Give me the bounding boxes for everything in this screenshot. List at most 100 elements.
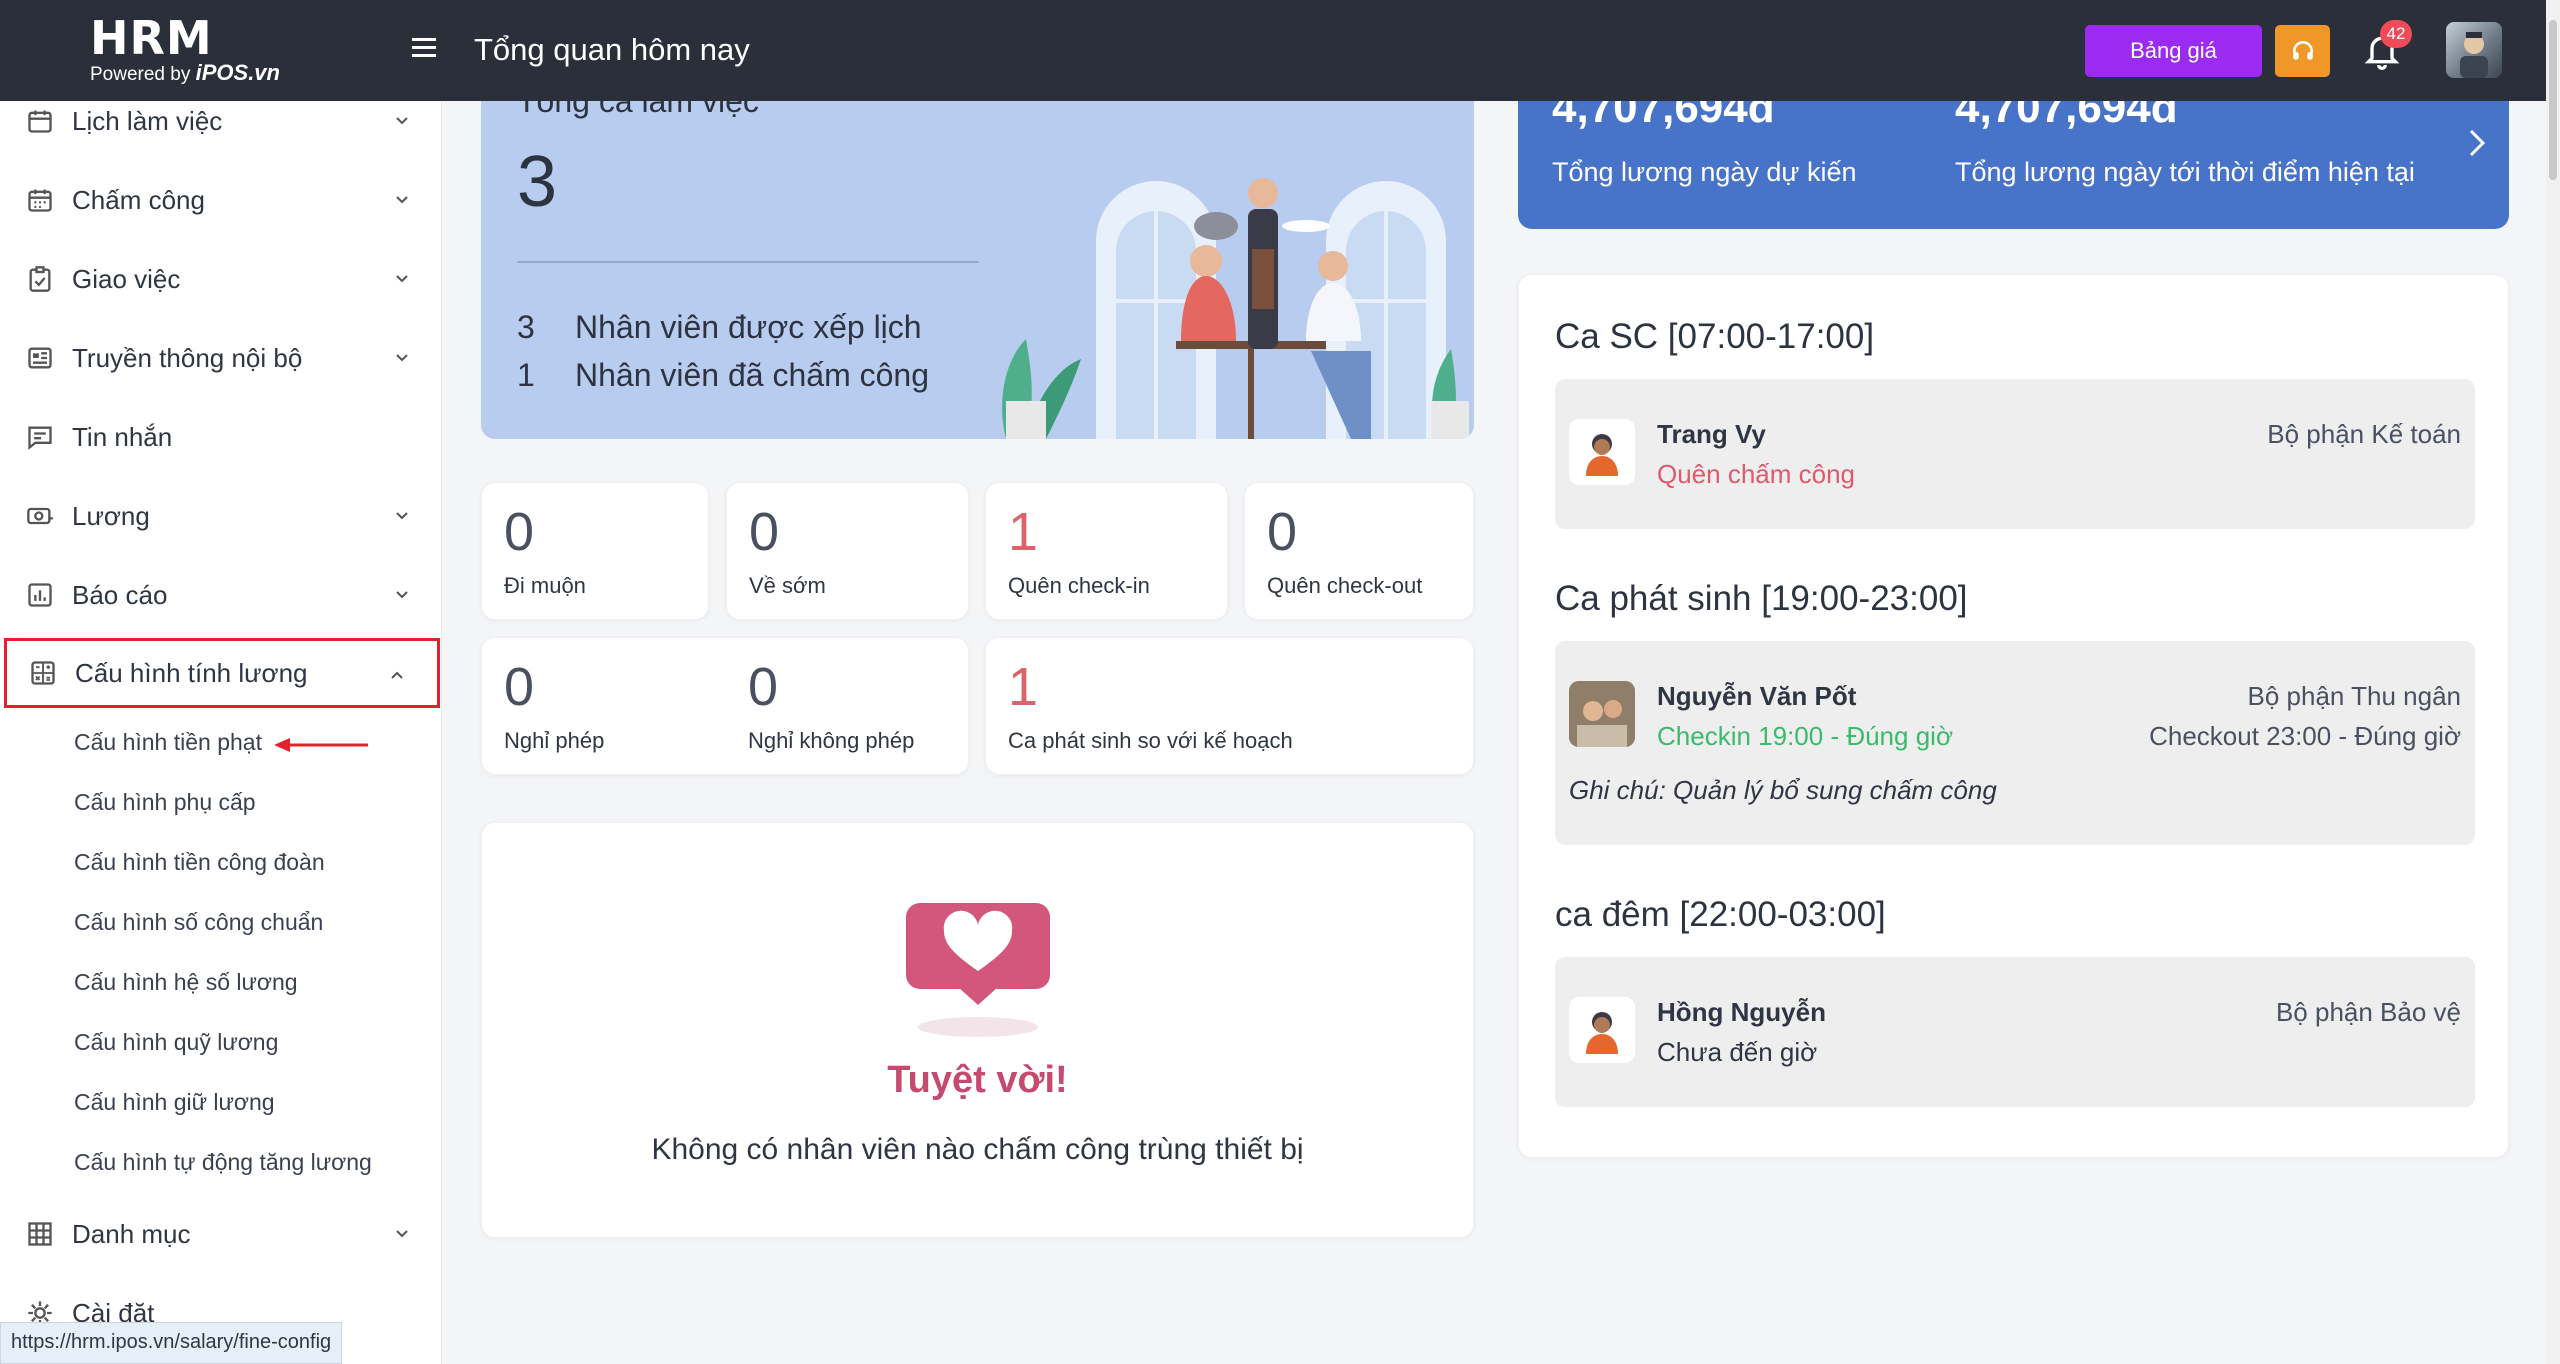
money-icon bbox=[24, 500, 56, 532]
stat-value: 0 bbox=[1267, 502, 1298, 562]
employee-department: Bộ phận Thu ngân bbox=[2247, 681, 2461, 711]
employee-checkin: Checkin 19:00 - Đúng giờ bbox=[1657, 721, 1953, 751]
employee-department: Bộ phận Kế toán bbox=[2267, 419, 2461, 449]
sidebar-sub-standard-workdays-config[interactable]: Cấu hình số công chuẩn bbox=[74, 909, 323, 936]
chevron-down-icon bbox=[396, 354, 408, 362]
stat-label: Nghỉ phép bbox=[504, 728, 605, 753]
overview-scheduled-row: 3 Nhân viên được xếp lịch bbox=[517, 309, 922, 346]
overview-card: Tổng ca làm việc 3 3 Nhân viên được xếp l… bbox=[481, 101, 1474, 439]
sidebar-item-messages[interactable]: Tin nhắn bbox=[0, 405, 441, 469]
stat-label: Quên check-out bbox=[1267, 573, 1423, 598]
stat-missed-checkin[interactable]: 1 Quên check-in bbox=[985, 482, 1228, 620]
overview-divider bbox=[517, 261, 979, 263]
employee-avatar bbox=[1569, 419, 1635, 485]
duplicate-device-card: Tuyệt vời! Không có nhân viên nào chấm c… bbox=[481, 822, 1474, 1238]
sidebar-item-label: Cấu hình tính lương bbox=[75, 657, 308, 688]
pointer-arrow-icon bbox=[274, 738, 368, 752]
logo-text: HRM bbox=[90, 11, 213, 65]
employee-name: Trang Vy bbox=[1657, 419, 1766, 449]
checked-count: 1 bbox=[517, 357, 535, 393]
bar-chart-icon bbox=[24, 579, 56, 611]
stat-label: Nghỉ không phép bbox=[748, 728, 915, 753]
stat-leave-group: 0 Nghỉ phép 0 Nghỉ không phép bbox=[481, 637, 969, 775]
scrollbar-thumb[interactable] bbox=[2549, 20, 2557, 180]
logo-brand: iPOS.vn bbox=[195, 60, 280, 85]
sidebar-item-label: Lịch làm việc bbox=[72, 105, 223, 136]
salary-current-value: 4,707,694đ bbox=[1955, 101, 2178, 132]
scheduled-label: Nhân viên được xếp lịch bbox=[575, 309, 922, 345]
menu-toggle-icon[interactable] bbox=[412, 38, 436, 62]
scheduled-count: 3 bbox=[517, 309, 535, 345]
sidebar-sub-union-fee-config[interactable]: Cấu hình tiền công đoàn bbox=[74, 849, 325, 876]
calendar-grid-icon bbox=[24, 184, 56, 216]
stat-value: 1 bbox=[1008, 502, 1039, 562]
sidebar-item-schedule[interactable]: Lịch làm việc bbox=[0, 101, 441, 153]
employee-avatar bbox=[1569, 997, 1635, 1063]
sidebar-item-timekeeping[interactable]: Chấm công bbox=[0, 168, 441, 232]
salary-summary-card: 4,707,694đ Tổng lương ngày dự kiến 4,707… bbox=[1518, 101, 2509, 229]
employee-checkout: Checkout 23:00 - Đúng giờ bbox=[2149, 721, 2461, 751]
stat-value: 0 bbox=[749, 502, 780, 562]
stat-value: 0 bbox=[748, 657, 779, 717]
sidebar-item-salary-config[interactable]: Cấu hình tính lương bbox=[4, 638, 440, 708]
shifts-card: Ca SC [07:00-17:00] Trang Vy Bộ phận Kế … bbox=[1518, 274, 2509, 1158]
logo-powered: Powered by iPOS.vn bbox=[90, 60, 280, 86]
sidebar-sub-allowance-config[interactable]: Cấu hình phụ cấp bbox=[74, 789, 256, 816]
sidebar-sub-salary-hold-config[interactable]: Cấu hình giữ lương bbox=[74, 1089, 275, 1116]
page-title: Tổng quan hôm nay bbox=[474, 32, 750, 67]
sidebar-item-label: Báo cáo bbox=[72, 579, 168, 610]
sidebar-item-salary[interactable]: Lương bbox=[0, 484, 441, 548]
checked-label: Nhân viên đã chấm công bbox=[575, 357, 929, 393]
overview-total-label: Tổng ca làm việc bbox=[517, 101, 759, 119]
sidebar-item-internal-comms[interactable]: Truyền thông nội bộ bbox=[0, 326, 441, 390]
stat-label: Đi muộn bbox=[504, 573, 586, 598]
sidebar-item-label: Danh mục bbox=[72, 1218, 191, 1249]
sidebar-item-label: Chấm công bbox=[72, 184, 205, 215]
top-bar: HRM Powered by iPOS.vn Tổng quan hôm nay… bbox=[0, 0, 2546, 101]
grid-icon bbox=[24, 1218, 56, 1250]
chevron-up-icon bbox=[391, 671, 403, 679]
sidebar-item-label: Giao việc bbox=[72, 263, 181, 294]
page-scrollbar[interactable] bbox=[2546, 0, 2560, 1364]
stat-extra-shift[interactable]: 1 Ca phát sinh so với kế hoạch bbox=[985, 637, 1474, 775]
sidebar-item-tasks[interactable]: Giao việc bbox=[0, 247, 441, 311]
sidebar-item-label: Lương bbox=[72, 500, 150, 531]
sidebar-sub-auto-raise-config[interactable]: Cấu hình tự động tăng lương bbox=[74, 1149, 372, 1176]
chevron-down-icon bbox=[396, 117, 408, 125]
notification-badge: 42 bbox=[2380, 20, 2412, 48]
chevron-down-icon bbox=[396, 591, 408, 599]
chevron-down-icon bbox=[396, 196, 408, 204]
shift-employee-row[interactable]: Trang Vy Bộ phận Kế toán Quên chấm công bbox=[1555, 379, 2475, 529]
employee-name: Nguyễn Văn Pốt bbox=[1657, 681, 1857, 711]
status-url: https://hrm.ipos.vn/salary/fine-config bbox=[0, 1322, 343, 1364]
stat-label: Quên check-in bbox=[1008, 573, 1150, 598]
shift-employee-row[interactable]: Hồng Nguyễn Bộ phận Bảo vệ Chưa đến giờ bbox=[1555, 957, 2475, 1107]
sidebar-sub-salary-fund-config[interactable]: Cấu hình quỹ lương bbox=[74, 1029, 278, 1056]
sidebar-sub-salary-coefficient-config[interactable]: Cấu hình hệ số lương bbox=[74, 969, 298, 996]
shift-employee-row[interactable]: Nguyễn Văn Pốt Bộ phận Thu ngân Checkin … bbox=[1555, 641, 2475, 845]
overview-checked-row: 1 Nhân viên đã chấm công bbox=[517, 357, 929, 394]
user-avatar[interactable] bbox=[2446, 22, 2502, 78]
logo[interactable]: HRM Powered by iPOS.vn bbox=[90, 14, 280, 86]
headset-icon bbox=[2292, 41, 2313, 60]
stat-missed-checkout[interactable]: 0 Quên check-out bbox=[1244, 482, 1474, 620]
sidebar: Lịch làm việc Chấm công Giao việc Truyền… bbox=[0, 101, 442, 1364]
sidebar-sub-fine-config[interactable]: Cấu hình tiền phạt bbox=[74, 729, 262, 756]
sidebar-item-reports[interactable]: Báo cáo bbox=[0, 563, 441, 627]
employee-name: Hồng Nguyễn bbox=[1657, 997, 1826, 1027]
support-button[interactable] bbox=[2275, 25, 2330, 77]
pricing-button[interactable]: Bảng giá bbox=[2085, 25, 2262, 77]
stat-late[interactable]: 0 Đi muộn bbox=[481, 482, 709, 620]
employee-avatar bbox=[1569, 681, 1635, 747]
chevron-right-icon[interactable] bbox=[2465, 123, 2489, 163]
employee-status: Chưa đến giờ bbox=[1657, 1037, 1818, 1067]
logo-powered-label: Powered by bbox=[90, 64, 191, 85]
restaurant-illustration bbox=[1002, 178, 1469, 439]
sidebar-item-categories[interactable]: Danh mục bbox=[0, 1202, 441, 1266]
stat-value: 0 bbox=[504, 502, 535, 562]
employee-status: Quên chấm công bbox=[1657, 459, 1856, 489]
sidebar-item-label: Truyền thông nội bộ bbox=[72, 342, 303, 373]
salary-expected-label: Tổng lương ngày dự kiến bbox=[1552, 157, 1857, 187]
stat-early-leave[interactable]: 0 Về sớm bbox=[726, 482, 969, 620]
calculator-icon bbox=[27, 657, 59, 689]
